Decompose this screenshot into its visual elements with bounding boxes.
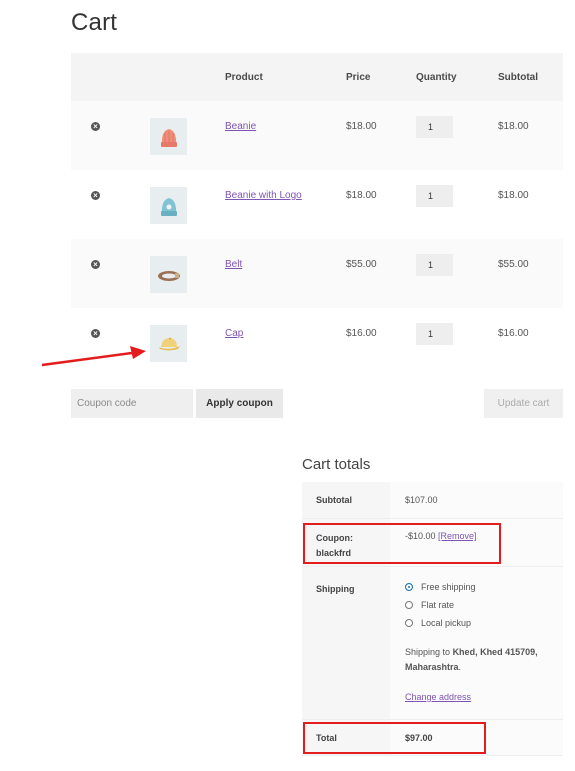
radio-checked-icon[interactable] xyxy=(405,583,413,591)
cart-table-header: Product Price Quantity Subtotal xyxy=(71,53,563,101)
beanie-icon[interactable] xyxy=(150,118,187,155)
shipping-option-label: Flat rate xyxy=(421,600,455,610)
remove-item-icon[interactable]: × xyxy=(91,122,100,131)
product-link-belt[interactable]: Belt xyxy=(225,259,242,270)
product-link-cap[interactable]: Cap xyxy=(225,328,243,339)
belt-icon[interactable] xyxy=(150,256,187,293)
cart-row: × Beanie with Logo $18.00 $18.00 xyxy=(71,170,563,239)
shipping-to-suffix: . xyxy=(458,662,462,672)
product-link-beanie[interactable]: Beanie xyxy=(225,121,256,132)
cart-row: × Belt $55.00 $55.00 xyxy=(71,239,563,308)
shipping-label: Shipping xyxy=(302,567,390,719)
totals-subtotal-value: $107.00 xyxy=(390,482,563,518)
header-price: Price xyxy=(346,72,371,83)
shipping-option-label: Free shipping xyxy=(421,582,476,592)
cart-table: Product Price Quantity Subtotal × Beanie… xyxy=(71,53,563,377)
shipping-option-pickup[interactable]: Local pickup xyxy=(405,614,563,632)
shipping-option-flat[interactable]: Flat rate xyxy=(405,596,563,614)
item-subtotal: $16.00 xyxy=(498,328,529,339)
radio-icon[interactable] xyxy=(405,619,413,627)
item-subtotal: $55.00 xyxy=(498,259,529,270)
total-highlight-box xyxy=(303,722,486,754)
annotation-arrow-icon xyxy=(41,346,146,367)
cart-row: × Beanie $18.00 $18.00 xyxy=(71,101,563,170)
page-title: Cart xyxy=(71,9,118,36)
update-cart-button[interactable]: Update cart xyxy=(484,389,563,418)
item-price: $18.00 xyxy=(346,121,377,132)
shipping-to-prefix: Shipping to xyxy=(405,647,451,657)
cart-totals-title: Cart totals xyxy=(302,456,371,473)
totals-row-shipping: Shipping Free shipping Flat rate Local p… xyxy=(302,567,563,720)
totals-subtotal-label: Subtotal xyxy=(302,482,390,518)
header-product: Product xyxy=(225,72,263,83)
beanie-logo-icon[interactable] xyxy=(150,187,187,224)
quantity-input[interactable] xyxy=(416,185,453,207)
coupon-highlight-box xyxy=(303,523,501,564)
product-link-beanie-with-logo[interactable]: Beanie with Logo xyxy=(225,190,302,201)
shipping-address-line2: Maharashtra xyxy=(405,662,459,672)
shipping-address-line1: Khed, Khed 415709, xyxy=(452,647,538,657)
coupon-code-input[interactable] xyxy=(71,389,193,418)
item-subtotal: $18.00 xyxy=(498,190,529,201)
shipping-options: Free shipping Flat rate Local pickup Shi… xyxy=(390,567,563,719)
remove-item-icon[interactable]: × xyxy=(91,329,100,338)
change-address-wrap: Change address xyxy=(405,692,563,702)
change-address-link[interactable]: Change address xyxy=(405,692,471,702)
cap-icon[interactable] xyxy=(150,325,187,362)
header-quantity: Quantity xyxy=(416,72,457,83)
totals-row-subtotal: Subtotal $107.00 xyxy=(302,482,563,519)
quantity-input[interactable] xyxy=(416,116,453,138)
remove-item-icon[interactable]: × xyxy=(91,260,100,269)
item-subtotal: $18.00 xyxy=(498,121,529,132)
shipping-option-label: Local pickup xyxy=(421,618,472,628)
header-subtotal: Subtotal xyxy=(498,72,538,83)
quantity-input[interactable] xyxy=(416,254,453,276)
remove-item-icon[interactable]: × xyxy=(91,191,100,200)
shipping-destination: Shipping to Khed, Khed 415709, Maharasht… xyxy=(405,645,563,675)
radio-icon[interactable] xyxy=(405,601,413,609)
item-price: $18.00 xyxy=(346,190,377,201)
item-price: $55.00 xyxy=(346,259,377,270)
quantity-input[interactable] xyxy=(416,323,453,345)
item-price: $16.00 xyxy=(346,328,377,339)
shipping-option-free[interactable]: Free shipping xyxy=(405,578,563,596)
apply-coupon-button[interactable]: Apply coupon xyxy=(196,389,283,418)
